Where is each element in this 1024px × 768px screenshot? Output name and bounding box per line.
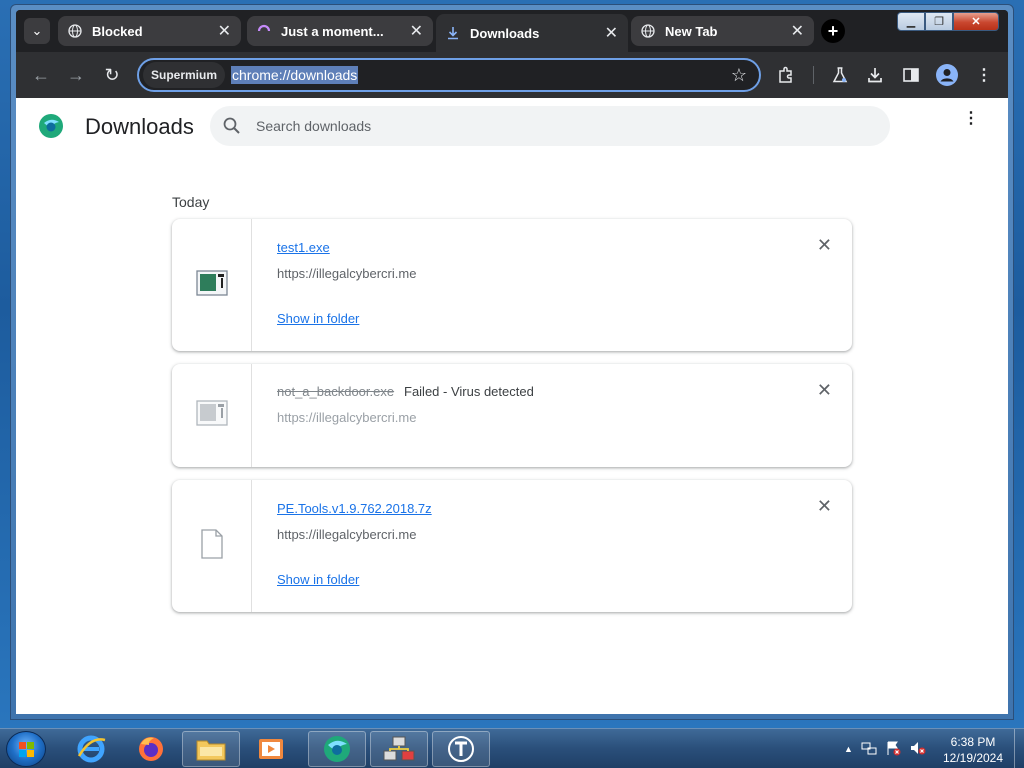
- tab-search-button[interactable]: ⌄: [24, 18, 50, 44]
- url-text[interactable]: chrome://downloads: [231, 66, 359, 84]
- search-icon: [222, 116, 242, 136]
- profile-avatar-icon[interactable]: [936, 64, 958, 86]
- globe-icon: [68, 24, 82, 38]
- system-tray: ▲: [844, 729, 927, 768]
- site-chip[interactable]: Supermium: [143, 62, 226, 88]
- browser-window: ⌄ Blocked ✕ Just a moment... ✕ Downloads…: [16, 10, 1008, 714]
- toolbar-separator: [813, 66, 814, 84]
- network-app-icon[interactable]: [370, 731, 428, 767]
- show-in-folder-link[interactable]: Show in folder: [277, 311, 359, 326]
- reload-button[interactable]: ↻: [100, 63, 124, 87]
- taskbar: ▲ 6:38 PM 12/19/2024: [0, 728, 1024, 768]
- downloads-page: Downloads ⋮ Today test1.exe https://ille…: [16, 98, 1008, 714]
- date-group-label: Today: [172, 194, 210, 210]
- labs-flask-icon[interactable]: [830, 65, 850, 85]
- network-icon[interactable]: [861, 740, 877, 759]
- remove-download-icon[interactable]: ✕: [817, 235, 832, 256]
- tab-title: Just a moment...: [281, 23, 384, 39]
- internet-explorer-icon[interactable]: [62, 731, 120, 767]
- more-actions-icon[interactable]: ⋮: [963, 111, 979, 127]
- file-source-url[interactable]: https://illegalcybercri.me: [277, 527, 416, 542]
- clock-date: 12/19/2024: [942, 751, 1004, 765]
- supermium-icon[interactable]: [308, 731, 366, 767]
- supermium-logo-icon: [38, 113, 64, 139]
- file-name-failed: not_a_backdoor.exe: [277, 384, 395, 399]
- generic-file-icon: [200, 528, 224, 564]
- file-name-link[interactable]: PE.Tools.v1.9.762.2018.7z: [277, 501, 432, 516]
- show-in-folder-link[interactable]: Show in folder: [277, 572, 359, 587]
- volume-muted-icon[interactable]: [909, 740, 927, 759]
- minimize-button[interactable]: ▁: [897, 12, 925, 31]
- address-bar[interactable]: Supermium chrome://downloads ☆: [137, 58, 761, 92]
- close-window-button[interactable]: ✕: [953, 12, 999, 31]
- tab-title: New Tab: [665, 23, 718, 39]
- action-center-flag-icon[interactable]: [885, 740, 901, 759]
- download-status: Failed - Virus detected: [404, 384, 534, 399]
- start-button[interactable]: [6, 731, 46, 767]
- maximize-button[interactable]: ❐: [925, 12, 953, 31]
- tab-title: Downloads: [470, 25, 540, 41]
- tab-just-a-moment[interactable]: Just a moment... ✕: [247, 16, 433, 46]
- extensions-icon[interactable]: [776, 65, 796, 85]
- page-title: Downloads: [85, 114, 194, 139]
- globe-icon: [641, 24, 655, 38]
- download-item: test1.exe https://illegalcybercri.me Sho…: [172, 219, 852, 351]
- remove-download-icon[interactable]: ✕: [817, 496, 832, 517]
- back-button[interactable]: ←: [29, 63, 53, 87]
- downloads-toolbar-icon[interactable]: [865, 65, 885, 85]
- clock-time: 6:38 PM: [950, 735, 996, 749]
- toolbar: ← → ↻ Supermium chrome://downloads ☆ ⋮: [16, 52, 1008, 98]
- file-source-url[interactable]: https://illegalcybercri.me: [277, 410, 416, 425]
- window-controls: ▁ ❐ ✕: [897, 12, 999, 31]
- forward-button[interactable]: →: [64, 63, 88, 87]
- media-player-icon[interactable]: [242, 731, 300, 767]
- download-item: PE.Tools.v1.9.762.2018.7z https://illega…: [172, 480, 852, 612]
- tab-new-tab[interactable]: New Tab ✕: [631, 16, 814, 46]
- executable-file-icon: [195, 400, 228, 431]
- search-bar[interactable]: [210, 106, 890, 146]
- show-desktop-button[interactable]: [1014, 729, 1024, 768]
- download-icon: [446, 26, 460, 40]
- bookmark-star-icon[interactable]: ☆: [731, 65, 747, 86]
- tab-downloads[interactable]: Downloads ✕: [436, 14, 628, 52]
- file-icon-column: [172, 480, 252, 612]
- tab-strip: ⌄ Blocked ✕ Just a moment... ✕ Downloads…: [16, 10, 1008, 52]
- tab-close-icon[interactable]: ✕: [218, 21, 231, 41]
- browser-menu-icon[interactable]: ⋮: [974, 65, 994, 85]
- tab-title: Blocked: [92, 23, 143, 39]
- loading-icon: [257, 24, 271, 38]
- tab-blocked[interactable]: Blocked ✕: [58, 16, 241, 46]
- file-source-url[interactable]: https://illegalcybercri.me: [277, 266, 416, 281]
- remove-download-icon[interactable]: ✕: [817, 380, 832, 401]
- file-icon-column: [172, 364, 252, 467]
- file-icon-column: [172, 219, 252, 351]
- tor-icon[interactable]: [432, 731, 490, 767]
- tab-close-icon[interactable]: ✕: [791, 21, 804, 41]
- firefox-icon[interactable]: [122, 731, 180, 767]
- show-hidden-icons-icon[interactable]: ▲: [844, 744, 853, 754]
- side-panel-icon[interactable]: [901, 65, 921, 85]
- system-clock[interactable]: 6:38 PM 12/19/2024: [938, 734, 1008, 766]
- download-item: not_a_backdoor.exe Failed - Virus detect…: [172, 364, 852, 467]
- tab-close-icon[interactable]: ✕: [605, 23, 618, 43]
- executable-file-icon: [195, 269, 228, 301]
- tab-close-icon[interactable]: ✕: [410, 21, 423, 41]
- page-header: Downloads ⋮: [16, 98, 1008, 156]
- new-tab-button[interactable]: +: [821, 19, 845, 43]
- file-name-link[interactable]: test1.exe: [277, 240, 330, 255]
- search-input[interactable]: [256, 118, 816, 134]
- file-explorer-icon[interactable]: [182, 731, 240, 767]
